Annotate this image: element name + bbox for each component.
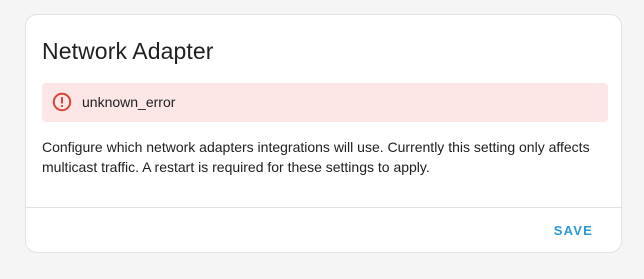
alert-message: unknown_error bbox=[82, 94, 176, 110]
description-text: Configure which network adapters integra… bbox=[42, 139, 590, 175]
network-adapter-card: Network Adapter unknown_error Configure … bbox=[25, 14, 622, 253]
save-button[interactable]: SAVE bbox=[542, 217, 605, 245]
actions-divider bbox=[26, 207, 621, 208]
alert-circle-icon bbox=[52, 92, 72, 112]
card-title: Network Adapter bbox=[42, 38, 214, 64]
error-alert: unknown_error bbox=[42, 83, 608, 122]
